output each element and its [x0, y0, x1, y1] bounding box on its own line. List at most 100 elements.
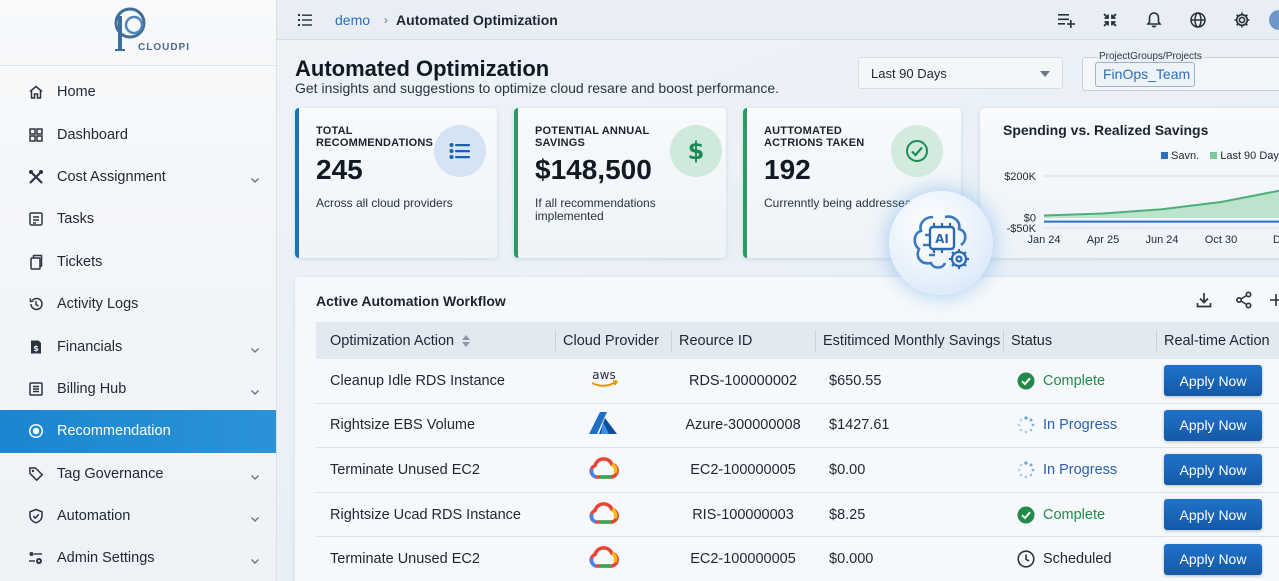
- home-icon: [28, 84, 44, 100]
- sidebar-item-billing-hub[interactable]: Billing Hub: [0, 368, 276, 410]
- playlist-add-icon[interactable]: [1057, 11, 1075, 29]
- menu-list-icon[interactable]: [297, 12, 313, 28]
- clock-icon: [1017, 550, 1035, 568]
- table-row[interactable]: Rightsize Ucad RDS Instance RIS-100000003…: [316, 493, 1279, 538]
- apply-now-button[interactable]: Apply Now: [1164, 499, 1262, 531]
- cell-action: Terminate Unused EC2: [330, 461, 480, 478]
- tickets-icon: [28, 254, 44, 270]
- apply-now-button[interactable]: Apply Now: [1164, 409, 1262, 441]
- svg-text:aws: aws: [592, 368, 615, 382]
- cell-action: Terminate Unused EC2: [330, 551, 480, 568]
- project-group-value[interactable]: FinOps_Team: [1095, 62, 1195, 87]
- sidebar-item-dashboard[interactable]: Dashboard: [0, 113, 276, 155]
- cost-assignment-icon: [28, 169, 44, 185]
- apply-now-button[interactable]: Apply Now: [1164, 365, 1262, 397]
- sidebar-item-home[interactable]: Home: [0, 71, 276, 113]
- status-label: In Progress: [1043, 461, 1118, 478]
- sidebar-item-label: Billing Hub: [57, 380, 127, 397]
- x-tick-label: Apr 25: [1087, 234, 1119, 246]
- logo-text: CLOUDPI: [138, 42, 190, 53]
- cell-action-button: Apply Now: [1156, 493, 1279, 537]
- billing-icon: [28, 381, 44, 397]
- bell-icon[interactable]: [1145, 11, 1163, 29]
- sidebar-item-label: Cost Assignment: [57, 168, 166, 185]
- chevron-down-icon[interactable]: [250, 469, 260, 480]
- chevron-down-icon[interactable]: [250, 342, 260, 353]
- avatar[interactable]: [1269, 10, 1279, 30]
- apply-now-button[interactable]: Apply Now: [1164, 543, 1262, 575]
- globe-icon[interactable]: [1189, 11, 1207, 29]
- status-label: In Progress: [1043, 417, 1118, 434]
- gear-icon[interactable]: [1233, 11, 1251, 29]
- column-header-provider[interactable]: Cloud Provider: [555, 322, 671, 359]
- page-subtitle: Get insights and suggestions to optimize…: [295, 80, 780, 96]
- project-group-label: ProjectGroups/Projects: [1097, 51, 1204, 62]
- share-icon[interactable]: [1235, 291, 1253, 309]
- sidebar-item-label: Tag Governance: [57, 465, 164, 482]
- card-description: If all recommendations implemented: [535, 196, 656, 223]
- y-tick-label: $200K: [1004, 171, 1036, 183]
- chevron-down-icon[interactable]: [250, 553, 260, 565]
- chevron-down-icon[interactable]: [250, 172, 260, 183]
- sort-icon[interactable]: [462, 334, 471, 347]
- history-icon: [28, 296, 44, 312]
- kpi-card-total-recommendations[interactable]: TOTAL RECOMMENDATIONS 245 Across all clou…: [295, 108, 497, 258]
- check-circle-icon: [1017, 372, 1035, 390]
- panel-title: Active Automation Workflow: [316, 293, 506, 309]
- column-header-resource-id[interactable]: Reource ID: [671, 322, 815, 359]
- collapse-icon[interactable]: [1101, 11, 1119, 29]
- add-icon[interactable]: [1267, 291, 1279, 309]
- spending-savings-chart: Spending vs. Realized Savings Savn. Last…: [980, 108, 1279, 258]
- admin-settings-icon: [28, 550, 44, 566]
- column-header-action-button[interactable]: Real-time Action: [1156, 322, 1279, 359]
- breadcrumb-link[interactable]: demo: [335, 12, 370, 28]
- status-badge: Scheduled: [1003, 537, 1156, 581]
- chevron-down-icon[interactable]: [250, 384, 260, 395]
- cell-savings: $0.000: [829, 551, 874, 568]
- card-value: 245: [316, 154, 363, 185]
- sidebar-item-tag-governance[interactable]: Tag Governance: [0, 453, 276, 495]
- cell-provider: [555, 537, 671, 581]
- status-label: Complete: [1043, 372, 1106, 389]
- sidebar-item-label: Tickets: [57, 253, 103, 270]
- column-header-action[interactable]: Optimization Action: [316, 322, 555, 359]
- apply-now-button[interactable]: Apply Now: [1164, 454, 1262, 486]
- cell-savings: $8.25: [829, 506, 866, 523]
- kpi-card-potential-savings[interactable]: POTENTIAL ANNUAL SAVINGS $148,500 If all …: [514, 108, 726, 258]
- sidebar-item-cost-assignment[interactable]: Cost Assignment: [0, 156, 276, 198]
- tag-icon: [28, 466, 44, 482]
- table-row[interactable]: Terminate Unused EC2 EC2-100000005 $0.00 In…: [316, 448, 1279, 493]
- table-row[interactable]: Rightsize EBS Volume Azure-300000008 $1427…: [316, 404, 1279, 449]
- cell-resource-id: Azure-300000008: [685, 417, 801, 434]
- status-label: Scheduled: [1043, 551, 1112, 568]
- chart-plot: $200K$0-$50KJan 24Apr 25Jun 24Oct 30De: [1004, 171, 1279, 246]
- date-range-select[interactable]: Last 90 Days: [858, 57, 1063, 89]
- cell-savings: $0.00: [829, 461, 866, 478]
- column-header-status[interactable]: Status: [1003, 322, 1156, 359]
- sidebar-item-financials[interactable]: $ Financials: [0, 325, 276, 367]
- sidebar-item-tasks[interactable]: Tasks: [0, 198, 276, 240]
- column-header-savings[interactable]: Estitimced Monthly Savings: [815, 322, 1003, 359]
- sidebar-item-tickets[interactable]: Tickets: [0, 241, 276, 283]
- chevron-down-icon[interactable]: [250, 511, 260, 523]
- recommendation-icon: [28, 423, 44, 439]
- check-circle-icon: [1017, 506, 1035, 524]
- sidebar-item-automation[interactable]: Automation: [0, 495, 276, 537]
- card-accent-bar: [743, 108, 747, 258]
- cell-provider: [555, 404, 671, 448]
- sidebar-item-recommendation[interactable]: Recommendation: [0, 410, 276, 453]
- topbar: demo › Automated Optimization: [277, 0, 1279, 40]
- panel-actions: [1173, 291, 1279, 309]
- sidebar-item-label: Admin Settings: [57, 550, 155, 567]
- project-group-selector[interactable]: ProjectGroups/Projects FinOps_Team: [1082, 51, 1279, 91]
- sidebar-item-admin-settings[interactable]: Admin Settings: [0, 537, 276, 579]
- ai-assistant-badge[interactable]: AI: [889, 191, 993, 295]
- status-badge: Complete: [1003, 493, 1156, 537]
- download-icon[interactable]: [1195, 291, 1213, 309]
- sidebar-item-activity-logs[interactable]: Activity Logs: [0, 283, 276, 325]
- cell-action-button: Apply Now: [1156, 448, 1279, 492]
- table-row[interactable]: Terminate Unused EC2 EC2-100000005 $0.000 S…: [316, 537, 1279, 581]
- status-badge: In Progress: [1003, 404, 1156, 448]
- table-row[interactable]: Cleanup Idle RDS Instance aws RDS-10000000…: [316, 359, 1279, 404]
- brand-logo[interactable]: CLOUDPI: [0, 0, 276, 66]
